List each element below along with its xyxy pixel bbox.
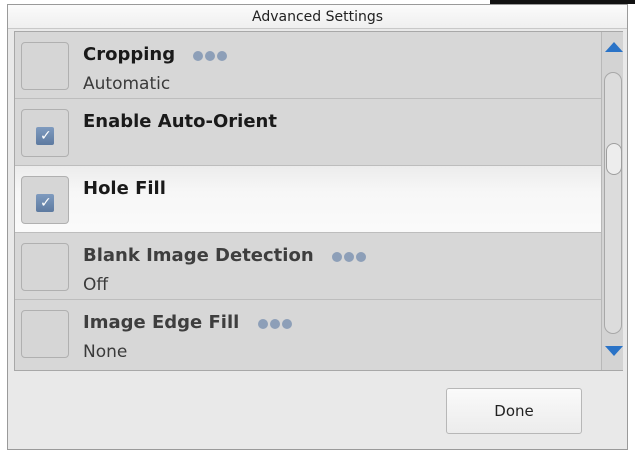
setting-title: Blank Image Detection [83, 245, 368, 267]
more-options-icon[interactable] [193, 45, 229, 66]
done-button[interactable]: Done [446, 388, 582, 434]
setting-title: Cropping [83, 44, 229, 66]
scroll-thumb[interactable] [606, 143, 622, 175]
hole-fill-checkbox[interactable]: ✓ [21, 176, 69, 224]
setting-row-cropping[interactable]: Cropping Automatic [15, 32, 601, 99]
setting-value: Off [83, 275, 109, 295]
checkmark-icon: ✓ [40, 128, 52, 144]
setting-row-auto-orient[interactable]: ✓ Enable Auto-Orient [15, 99, 601, 166]
scroll-down-arrow-icon[interactable] [605, 346, 623, 356]
blank-image-detection-checkbox[interactable] [21, 243, 69, 291]
dialog-title: Advanced Settings [8, 5, 627, 29]
advanced-settings-dialog: Advanced Settings Cropping Automatic ✓ E… [7, 4, 628, 450]
setting-value: None [83, 342, 128, 362]
more-options-icon[interactable] [331, 246, 368, 267]
vertical-scrollbar[interactable] [601, 32, 623, 370]
settings-list: Cropping Automatic ✓ Enable Auto-Orient … [14, 31, 623, 371]
setting-row-hole-fill[interactable]: ✓ Hole Fill [15, 166, 601, 233]
more-options-icon[interactable] [257, 313, 294, 334]
auto-orient-checkbox[interactable]: ✓ [21, 109, 69, 157]
setting-title: Enable Auto-Orient [83, 111, 277, 132]
setting-row-image-edge-fill[interactable]: Image Edge Fill None [15, 300, 601, 370]
setting-value: Automatic [83, 74, 171, 94]
setting-row-blank-image-detection[interactable]: Blank Image Detection Off [15, 233, 601, 300]
scroll-up-arrow-icon[interactable] [605, 42, 623, 52]
setting-title: Hole Fill [83, 178, 166, 199]
scroll-track[interactable] [604, 72, 622, 334]
setting-title: Image Edge Fill [83, 312, 294, 334]
cropping-checkbox[interactable] [21, 42, 69, 90]
settings-rows: Cropping Automatic ✓ Enable Auto-Orient … [15, 32, 601, 370]
checkmark-icon: ✓ [40, 195, 52, 211]
image-edge-fill-checkbox[interactable] [21, 310, 69, 358]
